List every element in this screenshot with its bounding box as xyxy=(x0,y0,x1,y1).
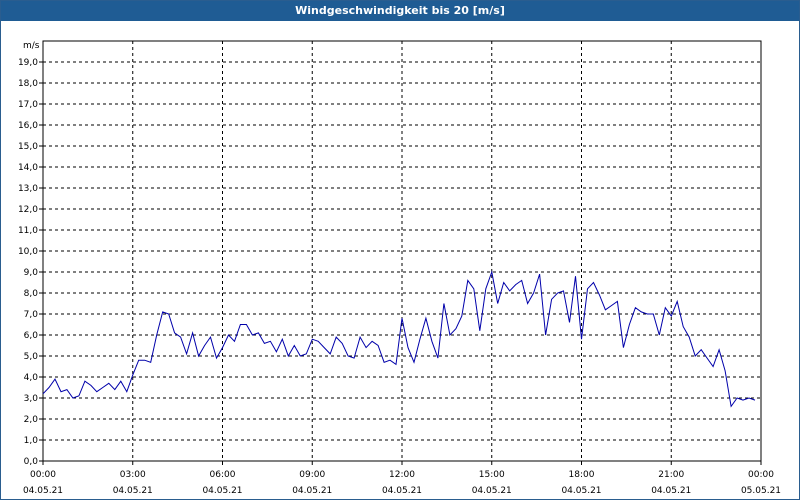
x-tick-time-label: 09:00 xyxy=(299,470,325,480)
y-tick-label: 6,0 xyxy=(24,331,39,341)
x-tick-date-label: 04.05.21 xyxy=(23,486,63,496)
y-tick-label: 18,0 xyxy=(18,79,38,89)
y-tick-label: 15,0 xyxy=(18,142,38,152)
y-tick-label: 16,0 xyxy=(18,121,38,131)
y-tick-label: 19,0 xyxy=(18,58,38,68)
x-tick-time-label: 03:00 xyxy=(120,470,146,480)
x-tick-date-label: 04.05.21 xyxy=(472,486,512,496)
x-tick-date-label: 04.05.21 xyxy=(561,486,601,496)
x-tick-time-label: 00:00 xyxy=(748,470,774,480)
y-tick-label: 12,0 xyxy=(18,205,38,215)
x-tick-date-label: 04.05.21 xyxy=(113,486,153,496)
line-chart: 0,0 1,0 2,0 3,0 4,0 5,0 6,0 7,0 8,0 9,0 10,0 11,0 12… xyxy=(18,40,781,496)
x-axis-ticks: 00:00 04.05.21 03:00 04.05.21 06:00 04.05.21 0… xyxy=(23,461,781,496)
y-tick-label: 1,0 xyxy=(24,436,39,446)
y-tick-label: 3,0 xyxy=(24,394,39,404)
y-axis-ticks: 0,0 1,0 2,0 3,0 4,0 5,0 6,0 7,0 8,0 9,0 10,0 11,0 12… xyxy=(18,58,43,467)
y-tick-label: 8,0 xyxy=(24,289,39,299)
x-tick-date-label: 04.05.21 xyxy=(202,486,242,496)
y-tick-label: 2,0 xyxy=(24,415,39,425)
y-tick-label: 13,0 xyxy=(18,184,38,194)
y-tick-label: 11,0 xyxy=(18,226,38,236)
y-tick-label: 4,0 xyxy=(24,373,39,383)
x-tick-time-label: 12:00 xyxy=(389,470,415,480)
y-tick-label: 5,0 xyxy=(24,352,39,362)
x-tick-time-label: 15:00 xyxy=(479,470,505,480)
x-tick-date-label: 05.05.21 xyxy=(741,486,781,496)
y-tick-label: 14,0 xyxy=(18,163,38,173)
y-tick-label: 9,0 xyxy=(24,268,39,278)
y-tick-label: 0,0 xyxy=(24,457,39,467)
x-tick-time-label: 06:00 xyxy=(210,470,236,480)
grid xyxy=(43,41,761,461)
x-tick-time-label: 18:00 xyxy=(569,470,595,480)
chart-window: Windgeschwindigkeit bis 20 [m/s] 0,0 1,0 2… xyxy=(0,0,800,500)
wind-speed-series-line xyxy=(42,270,756,408)
x-tick-date-label: 04.05.21 xyxy=(382,486,422,496)
x-tick-time-label: 00:00 xyxy=(30,470,56,480)
x-tick-date-label: 04.05.21 xyxy=(292,486,332,496)
y-axis-unit-label: m/s xyxy=(23,41,40,51)
x-tick-time-label: 21:00 xyxy=(658,470,684,480)
series xyxy=(42,270,756,408)
y-tick-label: 7,0 xyxy=(24,310,39,320)
x-tick-date-label: 04.05.21 xyxy=(651,486,691,496)
y-tick-label: 17,0 xyxy=(18,100,38,110)
y-tick-label: 10,0 xyxy=(18,247,38,257)
